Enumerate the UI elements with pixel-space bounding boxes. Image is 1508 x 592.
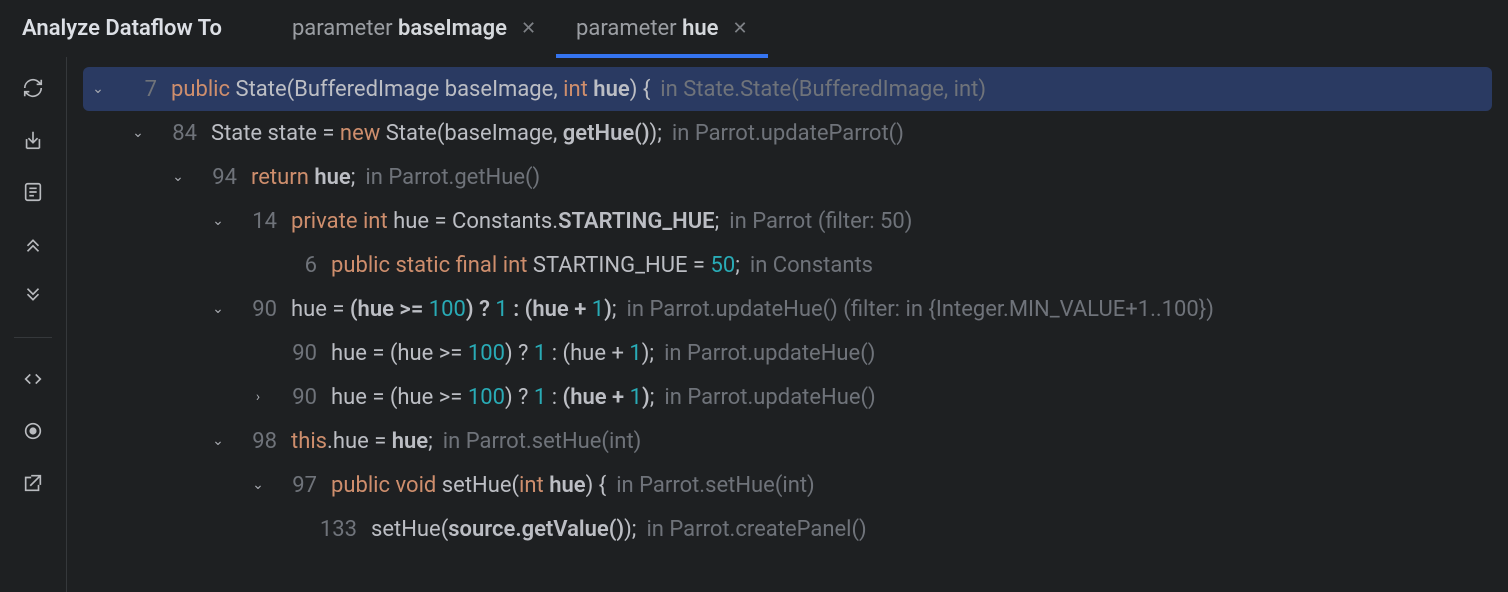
code-snippet: hue = (hue >= 100) ? 1 : (hue + 1);: [331, 385, 654, 410]
line-number: 7: [113, 77, 157, 102]
code-snippet: hue = (hue >= 100) ? 1 : (hue + 1);: [331, 341, 654, 366]
tree-row[interactable]: ⌄14 private int hue = Constants.STARTING_…: [83, 199, 1492, 243]
chevron-down-icon[interactable]: ⌄: [127, 125, 149, 141]
line-number: 90: [233, 297, 277, 322]
refresh-icon[interactable]: [20, 75, 46, 101]
tree-row[interactable]: 6 public static final int STARTING_HUE = …: [83, 243, 1492, 287]
tree-row[interactable]: 133 setHue(source.getValue()); in Parrot.…: [83, 507, 1492, 551]
code-snippet: hue = (hue >= 100) ? 1 : (hue + 1);: [291, 297, 617, 322]
location-label: in Parrot.createPanel(): [646, 517, 866, 542]
line-number: 84: [153, 121, 197, 146]
code-snippet: private int hue = Constants.STARTING_HUE…: [291, 209, 719, 234]
code-snippet: public State(BufferedImage baseImage, in…: [171, 77, 650, 102]
chevron-down-icon[interactable]: ⌄: [87, 81, 109, 97]
tree-row[interactable]: ⌄98 this.hue = hue; in Parrot.setHue(int): [83, 419, 1492, 463]
line-number: 6: [273, 253, 317, 278]
location-label: in Parrot.setHue(int): [443, 429, 642, 454]
collapse-up-icon[interactable]: [20, 231, 46, 257]
line-number: 98: [233, 429, 277, 454]
code-snippet: this.hue = hue;: [291, 429, 433, 454]
location-label: in Parrot.updateHue(): [664, 341, 875, 366]
tool-window-header: Analyze Dataflow To parameter baseImage …: [0, 0, 1508, 57]
tool-window-sidebar: [0, 57, 67, 592]
chevron-right-icon[interactable]: ›: [247, 389, 269, 405]
tab-hue[interactable]: parameter hue ✕: [556, 0, 768, 57]
tab-label: parameter hue: [576, 16, 718, 41]
chevron-down-icon[interactable]: ⌄: [247, 477, 269, 493]
code-snippet: return hue;: [251, 165, 355, 190]
target-icon[interactable]: [20, 418, 46, 444]
collapse-down-icon[interactable]: [20, 283, 46, 309]
close-icon[interactable]: ✕: [521, 18, 536, 39]
location-label: in Parrot.setHue(int): [616, 473, 815, 498]
tab-baseImage[interactable]: parameter baseImage ✕: [272, 0, 556, 57]
location-label: in Constants: [750, 253, 873, 278]
line-number: 90: [273, 341, 317, 366]
line-number: 14: [233, 209, 277, 234]
chevron-down-icon[interactable]: ⌄: [207, 301, 229, 317]
outline-icon[interactable]: [20, 179, 46, 205]
code-snippet: public static final int STARTING_HUE = 5…: [331, 253, 740, 278]
location-label: in Parrot.updateHue(): [664, 385, 875, 410]
location-label: in Parrot.updateParrot(): [672, 121, 904, 146]
location-label: in Parrot.updateHue() (filter: in {Integ…: [627, 297, 1214, 322]
tree-row[interactable]: 90 hue = (hue >= 100) ? 1 : (hue + 1); in…: [83, 331, 1492, 375]
dataflow-tree: ⌄7public State(BufferedImage baseImage, …: [67, 57, 1508, 592]
tool-window-title: Analyze Dataflow To: [22, 16, 222, 41]
chevron-down-icon[interactable]: ⌄: [207, 433, 229, 449]
chevron-down-icon[interactable]: ⌄: [167, 169, 189, 185]
tree-row[interactable]: ›90 hue = (hue >= 100) ? 1 : (hue + 1); i…: [83, 375, 1492, 419]
line-number: 97: [273, 473, 317, 498]
line-number: 133: [313, 517, 357, 542]
tree-row[interactable]: ⌄90 hue = (hue >= 100) ? 1 : (hue + 1); i…: [83, 287, 1492, 331]
location-label: in Parrot.getHue(): [365, 165, 540, 190]
code-snippet: setHue(source.getValue());: [371, 517, 636, 542]
close-icon[interactable]: ✕: [733, 18, 748, 39]
tree-row[interactable]: ⌄94 return hue; in Parrot.getHue(): [83, 155, 1492, 199]
tab-label: parameter baseImage: [292, 16, 507, 41]
location-label: in State.State(BufferedImage, int): [660, 77, 986, 102]
chevron-down-icon[interactable]: ⌄: [207, 213, 229, 229]
location-label: in Parrot (filter: 50): [729, 209, 912, 234]
line-number: 90: [273, 385, 317, 410]
open-external-icon[interactable]: [20, 470, 46, 496]
code-icon[interactable]: [20, 366, 46, 392]
code-snippet: public void setHue(int hue) {: [331, 473, 606, 498]
import-icon[interactable]: [20, 127, 46, 153]
tree-row[interactable]: ⌄84 State state = new State(baseImage, ge…: [83, 111, 1492, 155]
tree-row[interactable]: ⌄7 public State(BufferedImage baseImage, …: [83, 67, 1492, 111]
sidebar-divider: [14, 337, 52, 338]
line-number: 94: [193, 165, 237, 190]
tab-bar: parameter baseImage ✕parameter hue ✕: [272, 0, 768, 57]
tree-row[interactable]: ⌄97 public void setHue(int hue) { in Parr…: [83, 463, 1492, 507]
code-snippet: State state = new State(baseImage, getHu…: [211, 121, 662, 146]
